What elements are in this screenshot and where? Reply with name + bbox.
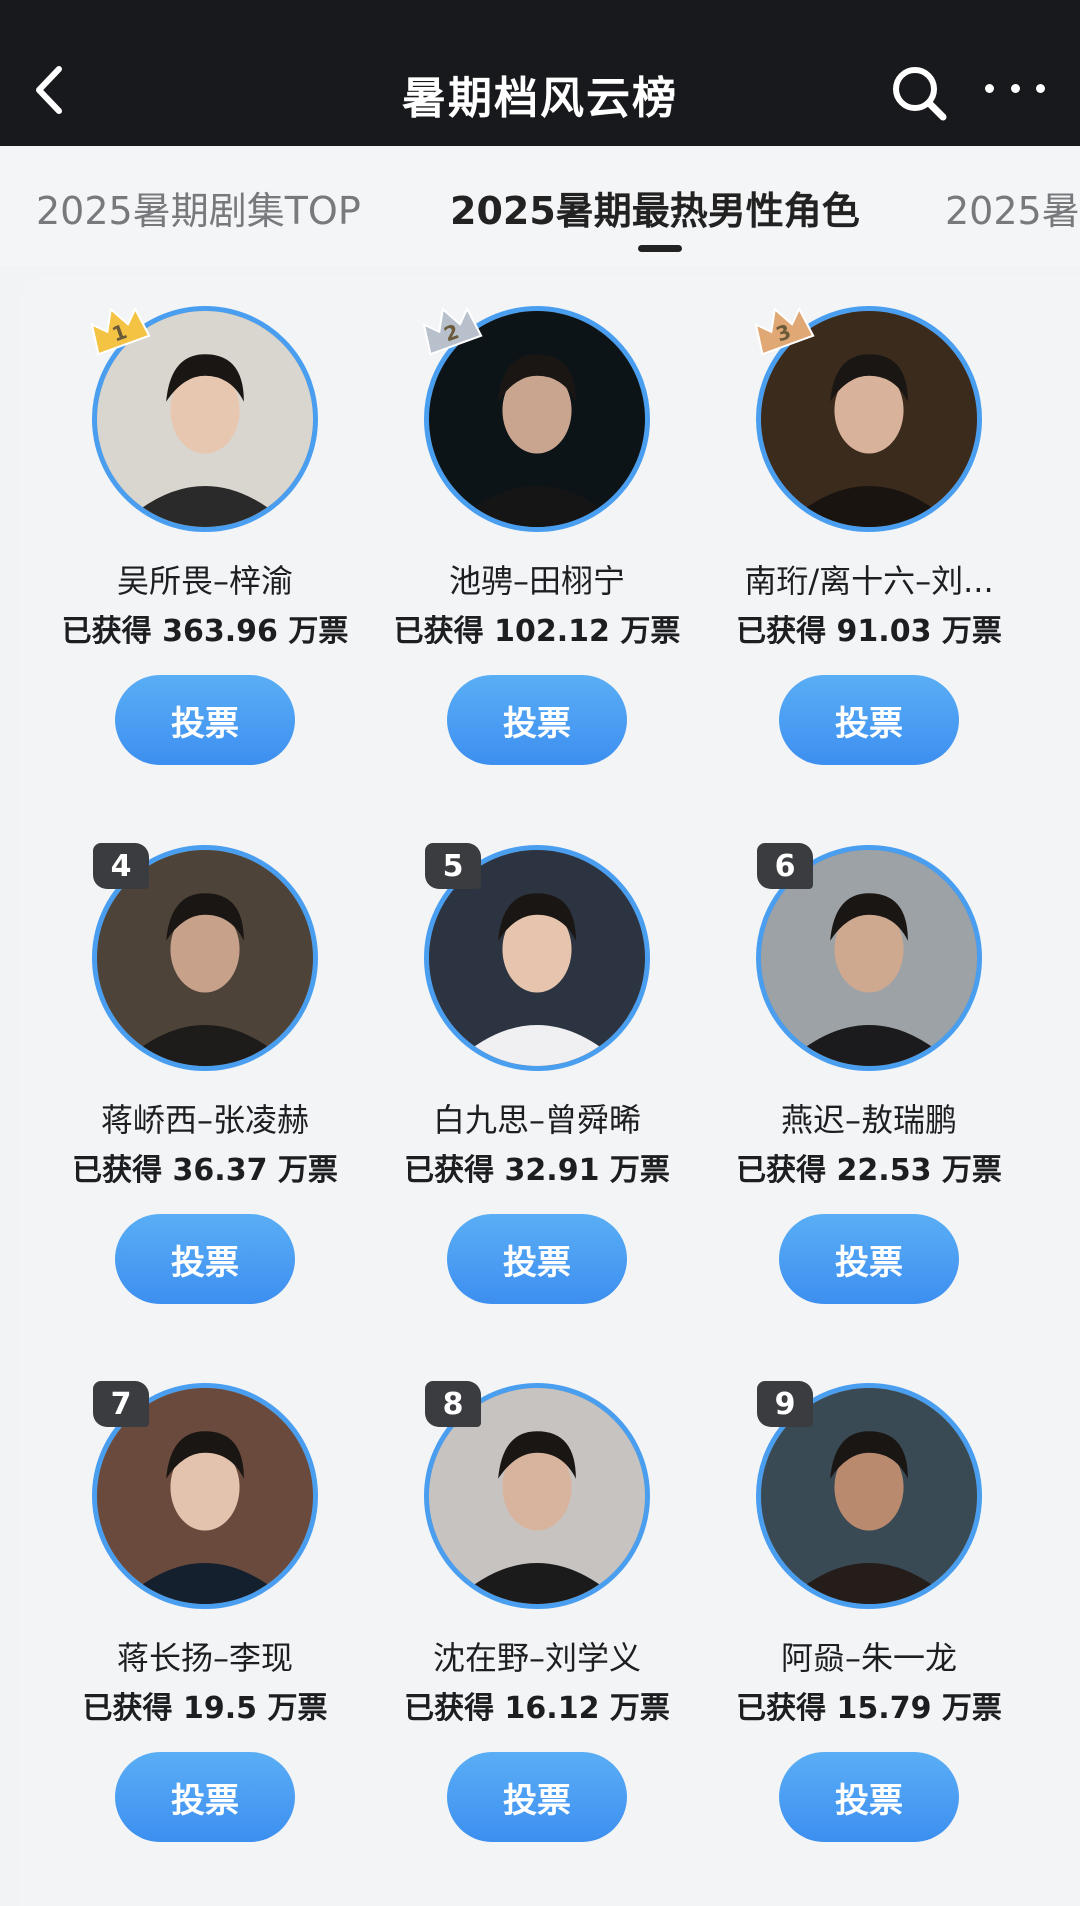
ranking-card: 燕迟–敖瑞鹏 已获得 22.53 万票 投票 6 [719, 815, 1019, 1335]
vote-count: 已获得 22.53 万票 [736, 1153, 1002, 1188]
ranking-card: 蒋峤西–张凌赫 已获得 36.37 万票 投票 4 [55, 815, 355, 1335]
vote-button[interactable]: 投票 [115, 1752, 295, 1842]
rank-badge: 4 [93, 843, 149, 889]
vote-button[interactable]: 投票 [447, 1752, 627, 1842]
vote-button[interactable]: 投票 [115, 675, 295, 765]
search-button[interactable] [890, 64, 948, 122]
vote-count: 已获得 32.91 万票 [404, 1153, 670, 1188]
vote-button[interactable]: 投票 [447, 1214, 627, 1304]
rank-badge: 7 [93, 1381, 149, 1427]
vote-button[interactable]: 投票 [115, 1214, 295, 1304]
ranking-card: 蒋长扬–李现 已获得 19.5 万票 投票 7 [55, 1353, 355, 1873]
search-icon [893, 67, 947, 121]
crown-rank-icon: 2 [422, 306, 483, 356]
active-tab-indicator [638, 245, 682, 252]
rank-badge: 5 [425, 843, 481, 889]
character-name: 南珩/离十六–刘... [744, 562, 994, 600]
vote-count: 已获得 19.5 万票 [82, 1691, 328, 1726]
character-name: 吴所畏–梓渝 [116, 562, 293, 600]
tab-summer-series-top[interactable]: 2025暑期剧集TOP [36, 180, 361, 235]
ranking-card: 南珩/离十六–刘... 已获得 91.03 万票 投票 3 [719, 276, 1019, 796]
vote-count: 已获得 36.37 万票 [72, 1153, 338, 1188]
app-header: 暑期档风云榜 [0, 0, 1080, 146]
character-name: 蒋长扬–李现 [116, 1639, 293, 1677]
character-name: 蒋峤西–张凌赫 [100, 1101, 309, 1139]
vote-count: 已获得 91.03 万票 [736, 614, 1002, 649]
vote-count: 已获得 363.96 万票 [61, 614, 349, 649]
more-dot [1036, 83, 1045, 93]
tab-hottest-male-role[interactable]: 2025暑期最热男性角色 [450, 180, 860, 235]
character-name: 沈在野–刘学义 [432, 1639, 641, 1677]
ranking-card: 沈在野–刘学义 已获得 16.12 万票 投票 8 [387, 1353, 687, 1873]
character-name: 阿赑–朱一龙 [780, 1639, 957, 1677]
rank-badge: 9 [757, 1381, 813, 1427]
more-button[interactable] [985, 68, 1045, 108]
ranking-card: 阿赑–朱一龙 已获得 15.79 万票 投票 9 [719, 1353, 1019, 1873]
ranking-card: 吴所畏–梓渝 已获得 363.96 万票 投票 1 [55, 276, 355, 796]
tab-bar: 2025暑期剧集TOP 2025暑期最热男性角色 2025暑 [0, 146, 1080, 266]
vote-count: 已获得 16.12 万票 [404, 1691, 670, 1726]
vote-count: 已获得 102.12 万票 [393, 614, 681, 649]
ranking-card: 池骋–田栩宁 已获得 102.12 万票 投票 2 [387, 276, 687, 796]
rank-badge: 6 [757, 843, 813, 889]
tab-summer-more[interactable]: 2025暑 [945, 180, 1080, 235]
crown-rank-icon: 3 [754, 306, 815, 356]
vote-button[interactable]: 投票 [779, 1752, 959, 1842]
vote-button[interactable]: 投票 [447, 675, 627, 765]
vote-button[interactable]: 投票 [779, 675, 959, 765]
more-dot [1010, 83, 1020, 93]
character-name: 池骋–田栩宁 [448, 562, 625, 600]
rank-badge: 8 [425, 1381, 481, 1427]
crown-rank-icon: 1 [90, 306, 151, 356]
ranking-card: 白九思–曾舜晞 已获得 32.91 万票 投票 5 [387, 815, 687, 1335]
more-dot [985, 83, 994, 93]
character-name: 白九思–曾舜晞 [432, 1101, 641, 1139]
character-name: 燕迟–敖瑞鹏 [780, 1101, 957, 1139]
vote-count: 已获得 15.79 万票 [736, 1691, 1002, 1726]
vote-button[interactable]: 投票 [779, 1214, 959, 1304]
